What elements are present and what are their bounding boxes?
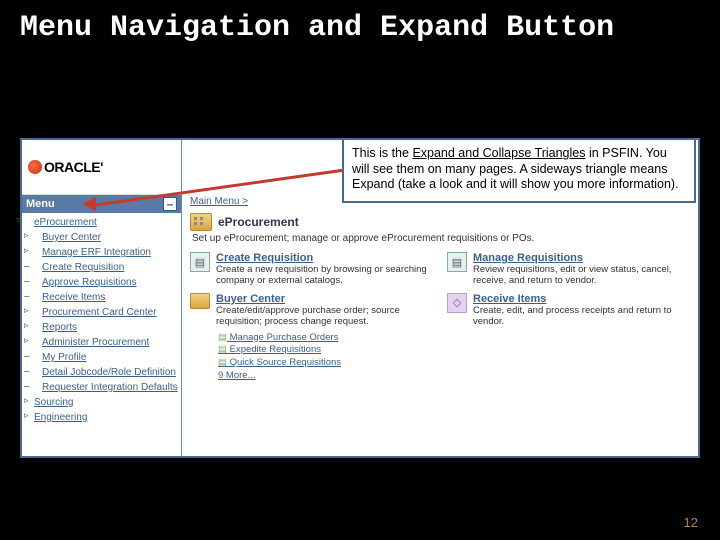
logo-text: ORACLE' — [44, 159, 103, 175]
card-title: Buyer Center — [216, 293, 433, 305]
callout-text-pre: This is the — [352, 146, 412, 160]
menu-item-manage-erf[interactable]: Manage ERF Integration — [24, 245, 179, 260]
card-title: Manage Requisitions — [473, 252, 690, 264]
folder-icon — [190, 293, 210, 309]
section-title: eProcurement — [218, 215, 299, 229]
menu-item-reports[interactable]: Reports — [24, 320, 179, 335]
logo: ORACLE' — [22, 140, 181, 195]
card-grid: ▤ Create Requisition Create a new requis… — [190, 252, 690, 328]
minimize-icon[interactable]: – — [163, 197, 177, 211]
card-title: Create Requisition — [216, 252, 433, 264]
menu-item-buyer-center[interactable]: Buyer Center — [24, 230, 179, 245]
menu-item-receive-items[interactable]: Receive Items — [24, 290, 179, 305]
card-description: Create/edit/approve purchase order; sour… — [216, 305, 433, 328]
menu-item-create-requisition[interactable]: Create Requisition — [24, 260, 179, 275]
oracle-logo-icon — [28, 160, 42, 174]
page-number: 12 — [684, 515, 698, 530]
card-manage-requisitions[interactable]: ▤ Manage Requisitions Review requisition… — [447, 252, 690, 287]
sublink-more[interactable]: 9 More... — [218, 370, 690, 383]
sublink-expedite-req[interactable]: Expedite Requisitions — [218, 344, 690, 357]
section-description: Set up eProcurement; manage or approve e… — [192, 233, 690, 244]
menu-item-engineering[interactable]: Engineering — [24, 410, 179, 425]
card-description: Create a new requisition by browsing or … — [216, 264, 433, 287]
card-create-requisition[interactable]: ▤ Create Requisition Create a new requis… — [190, 252, 433, 287]
folder-icon — [190, 213, 212, 231]
arrow-head-icon — [82, 197, 96, 211]
menu-item-approve-requisitions[interactable]: Approve Requisitions — [24, 275, 179, 290]
package-icon: ◇ — [447, 293, 467, 313]
sublink-manage-po[interactable]: Manage Purchase Orders — [218, 332, 690, 345]
menu-item-my-profile[interactable]: My Profile — [24, 350, 179, 365]
menu-item-eprocurement[interactable]: eProcurement — [24, 215, 179, 230]
menu-item-administer-procurement[interactable]: Administer Procurement — [24, 335, 179, 350]
card-title: Receive Items — [473, 293, 690, 305]
section-header: eProcurement — [190, 213, 690, 231]
callout-box: This is the Expand and Collapse Triangle… — [342, 138, 696, 203]
card-description: Create, edit, and process receipts and r… — [473, 305, 690, 328]
list-icon: ▤ — [447, 252, 467, 272]
card-buyer-center[interactable]: Buyer Center Create/edit/approve purchas… — [190, 293, 433, 328]
menu-list: eProcurement Buyer Center Manage ERF Int… — [22, 213, 181, 427]
menu-item-sourcing[interactable]: Sourcing — [24, 395, 179, 410]
sidebar: ORACLE' Menu – eProcurement Buyer Center… — [22, 140, 182, 456]
buyer-center-sublinks: Manage Purchase Orders Expedite Requisit… — [218, 332, 690, 383]
menu-item-detail-jobcode[interactable]: Detail Jobcode/Role Definition — [24, 365, 179, 380]
card-receive-items[interactable]: ◇ Receive Items Create, edit, and proces… — [447, 293, 690, 328]
menu-item-requester-integration[interactable]: Requester Integration Defaults — [24, 380, 179, 395]
callout-text-underline: Expand and Collapse Triangles — [412, 146, 585, 160]
menu-header-label: Menu — [26, 198, 55, 210]
menu-item-procurement-card[interactable]: Procurement Card Center — [24, 305, 179, 320]
card-description: Review requisitions, edit or view status… — [473, 264, 690, 287]
slide-title: Menu Navigation and Expand Button — [0, 0, 720, 45]
document-icon: ▤ — [190, 252, 210, 272]
sublink-quick-source[interactable]: Quick Source Requisitions — [218, 357, 690, 370]
